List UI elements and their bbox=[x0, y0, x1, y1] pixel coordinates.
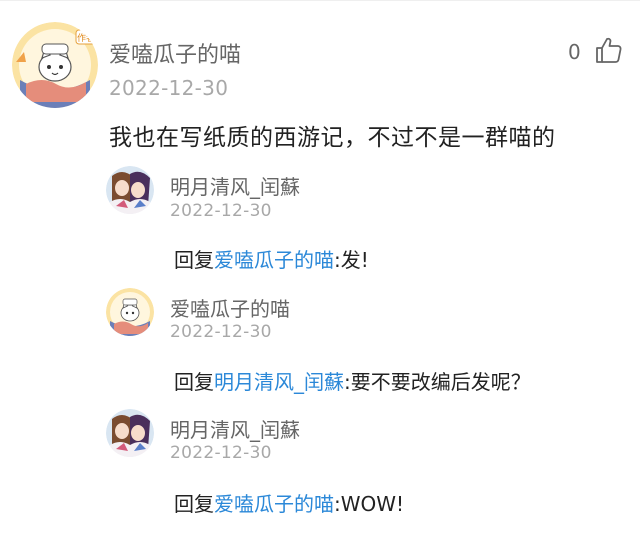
reply-separator: : bbox=[334, 492, 341, 516]
reply-text-row: 回复爱嗑瓜子的喵:WOW! bbox=[174, 488, 404, 517]
reply-separator: : bbox=[334, 248, 341, 272]
reply-prefix: 回复 bbox=[174, 492, 214, 516]
reply-text: WOW! bbox=[340, 492, 405, 516]
reply-prefix: 回复 bbox=[174, 248, 214, 272]
reply-date: 2022-12-30 bbox=[170, 201, 272, 221]
reply-text-row: 回复明月清风_闰蘇:要不要改编后发呢？ bbox=[174, 366, 531, 395]
comment-text: 我也在写纸质的西游记，不过不是一群喵的 bbox=[109, 125, 556, 151]
comment-author-name[interactable]: 爱嗑瓜子的喵 bbox=[109, 37, 241, 69]
author-avatar[interactable]: 作者 bbox=[12, 22, 98, 108]
reply-avatar[interactable] bbox=[106, 409, 154, 457]
reply-to-link[interactable]: 明月清风_闰蘇 bbox=[214, 370, 344, 394]
reply-author-name[interactable]: 明月清风_闰蘇 bbox=[170, 414, 300, 443]
reply-author-name[interactable]: 爱嗑瓜子的喵 bbox=[170, 293, 290, 322]
like-count: 0 bbox=[568, 40, 581, 64]
reply-prefix: 回复 bbox=[174, 370, 214, 394]
reply-date: 2022-12-30 bbox=[170, 322, 272, 342]
reply-to-link[interactable]: 爱嗑瓜子的喵 bbox=[214, 492, 334, 516]
reply-text-row: 回复爱嗑瓜子的喵:发! bbox=[174, 244, 369, 273]
comment-date: 2022-12-30 bbox=[109, 76, 229, 100]
reply-text: 要不要改编后发呢？ bbox=[350, 370, 531, 394]
top-divider bbox=[0, 0, 640, 1]
reply-separator: : bbox=[344, 370, 351, 394]
author-badge: 作者 bbox=[77, 32, 95, 44]
reply-to-link[interactable]: 爱嗑瓜子的喵 bbox=[214, 248, 334, 272]
thumbs-up-icon[interactable] bbox=[594, 35, 624, 65]
reply-avatar[interactable] bbox=[106, 166, 154, 214]
reply-author-name[interactable]: 明月清风_闰蘇 bbox=[170, 171, 300, 200]
reply-text: 发! bbox=[340, 248, 369, 272]
reply-date: 2022-12-30 bbox=[170, 443, 272, 463]
reply-avatar[interactable] bbox=[106, 288, 154, 336]
